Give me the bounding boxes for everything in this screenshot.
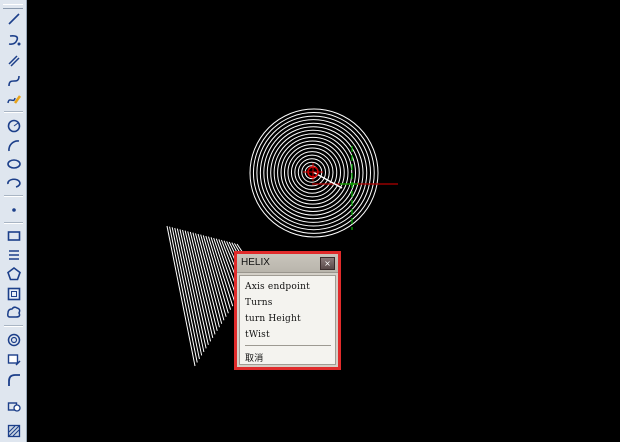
menu-separator [245,345,331,346]
polygon-icon [6,266,21,280]
draw-toolbar [0,0,27,442]
block-icon [7,401,21,412]
ellipse-arc-icon [6,177,21,188]
line-tool-button[interactable] [3,10,24,27]
line-icon [7,12,20,25]
menu-item-turns[interactable]: Turns [245,298,273,308]
helix-side-turn [171,227,200,360]
freehand-spline-tool-button[interactable] [3,90,24,107]
fillet-icon [7,373,20,386]
helix-menu-title-bar[interactable]: HELIX × [237,254,338,273]
point-tool-button[interactable] [3,201,24,218]
ellipse-arc-tool-button[interactable] [3,174,24,191]
menu-item-twist[interactable]: tWist [245,330,270,340]
arc-icon [7,139,19,151]
circle-icon [7,119,20,132]
hatch-tool-button[interactable] [3,422,24,439]
wipeout-tool-button[interactable] [3,351,24,368]
menu-item-cancel[interactable]: 取消 [245,351,263,364]
boundary-icon [8,249,19,260]
toolbar-grip[interactable] [3,4,23,9]
spline-tool-button[interactable] [3,72,24,89]
block-tool-button[interactable] [3,397,24,414]
helix-menu-title: HELIX [241,257,270,268]
revision-cloud-tool-button[interactable] [3,304,24,321]
multiline-tool-button[interactable] [3,52,24,69]
wipeout-icon [7,353,21,366]
boundary-tool-button[interactable] [3,246,24,263]
donut-icon [7,333,20,346]
helix-side-turn [174,227,203,356]
menu-item-turn-height[interactable]: turn Height [245,314,301,324]
freehand-spline-icon [6,94,21,104]
revision-cloud-icon [6,305,20,318]
helix-context-menu: HELIX × Axis endpoint Turns turn Height … [234,251,341,370]
arc-tool-button[interactable] [3,137,24,154]
polyline-icon [8,34,20,45]
donut-tool-button[interactable] [3,331,24,348]
toolbar-separator [4,195,23,197]
close-icon[interactable]: × [320,257,335,270]
region-tool-button[interactable] [3,285,24,302]
rectangle-icon [7,230,20,241]
hatch-icon [7,424,20,437]
region-icon [7,287,20,300]
rectangle-tool-button[interactable] [3,227,24,244]
drawing-canvas[interactable] [27,0,620,442]
point-icon [11,207,16,212]
ellipse-icon [6,158,21,169]
helix-menu-body: Axis endpoint Turns turn Height tWist 取消 [239,275,336,365]
helix-side-turn [179,229,207,349]
helix-side-turn [176,228,205,353]
menu-item-axis-endpoint[interactable]: Axis endpoint [245,282,310,292]
toolbar-separator [4,111,23,113]
circle-tool-button[interactable] [3,117,24,134]
ellipse-tool-button[interactable] [3,155,24,172]
polyline-tool-button[interactable] [3,31,24,48]
multiline-icon [7,54,20,67]
spline-icon [7,75,20,86]
toolbar-separator [4,325,23,327]
toolbar-separator [4,222,23,224]
polygon-tool-button[interactable] [3,265,24,282]
fillet-tool-button[interactable] [3,371,24,388]
